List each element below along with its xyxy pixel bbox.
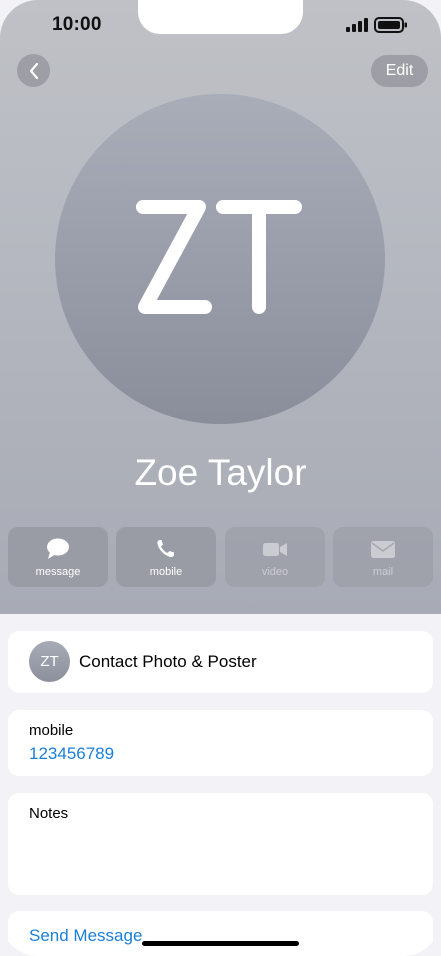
contact-detail-screen: 10:00 Edit ZT Zoe Taylor [0,0,441,956]
send-message-card: Send Message [8,911,433,956]
quick-actions: message mobile video mail [8,527,433,587]
phone-type-label: mobile [29,722,74,739]
chevron-left-icon [29,62,38,79]
home-indicator[interactable] [142,941,299,946]
status-bar-time: 10:00 [52,14,102,35]
contact-name: Zoe Taylor [134,452,307,493]
mail-action-label: mail [372,566,394,578]
phone-number-link[interactable]: 123456789 [29,744,114,764]
speech-bubble-icon [47,538,69,559]
contact-photo-poster-label: Contact Photo & Poster [79,652,257,671]
envelope-icon [371,541,395,558]
phone-number-card: mobile 123456789 [8,710,433,776]
contact-avatar: ZT [55,94,385,424]
notes-label: Notes [29,805,69,822]
video-action-label: video [261,566,289,578]
contact-initials [136,200,302,314]
notes-card[interactable]: Notes [8,793,433,895]
phone-icon [157,540,174,558]
device-notch [138,0,303,34]
edit-button[interactable]: Edit [371,55,428,87]
send-message-button[interactable]: Send Message [29,926,142,946]
message-action-label: message [35,566,81,578]
mobile-action-label: mobile [149,566,183,578]
video-action-button[interactable]: video [225,527,325,587]
mobile-action-button[interactable]: mobile [116,527,216,587]
contact-photo-poster-row[interactable]: ZT Contact Photo & Poster [8,631,433,693]
video-camera-icon [263,543,287,556]
battery-icon [374,17,407,33]
back-button[interactable] [17,54,50,87]
message-action-button[interactable]: message [8,527,108,587]
mail-action-button[interactable]: mail [333,527,433,587]
cellular-signal-icon [346,18,368,32]
contact-avatar-small: ZT [29,641,70,682]
contact-header: 10:00 Edit ZT Zoe Taylor [0,0,441,614]
